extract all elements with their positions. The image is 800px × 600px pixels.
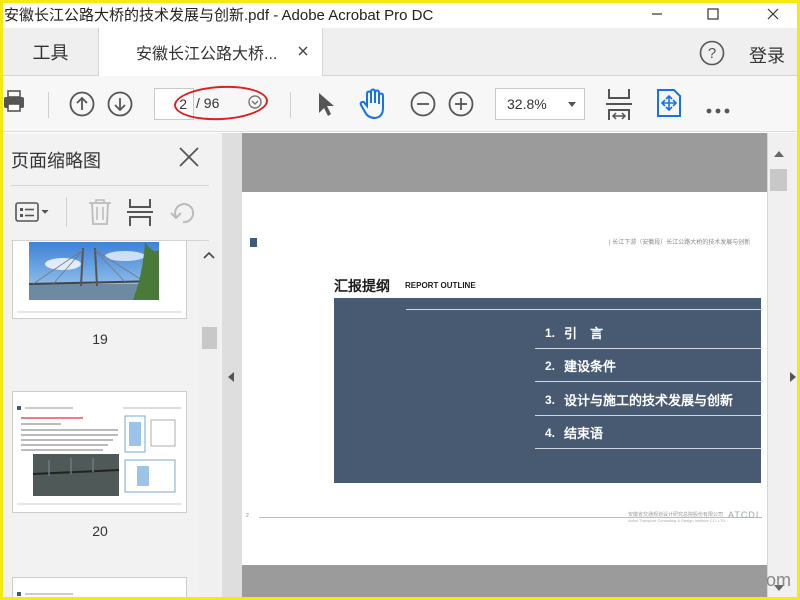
company-logo: ATCDI xyxy=(728,510,760,520)
thumbnail-page[interactable] xyxy=(12,577,187,597)
slide-page-number: 2 xyxy=(246,513,249,519)
close-window-button[interactable] xyxy=(750,0,796,28)
thumbnail-scrollbar[interactable] xyxy=(199,241,219,597)
more-tools-icon[interactable] xyxy=(706,101,730,119)
slide-subtitle: REPORT OUTLINE xyxy=(405,281,476,290)
outline-item-text: 建设条件 xyxy=(564,359,617,374)
title-bar: 安徽长江公路大桥的技术发展与创新.pdf - Adobe Acrobat Pro… xyxy=(0,0,800,28)
insert-page-icon[interactable] xyxy=(127,197,153,232)
outline-item-number: 4. xyxy=(544,425,555,440)
outline-item: 2. 建设条件 xyxy=(535,350,761,382)
page-down-icon[interactable] xyxy=(107,91,133,122)
minimize-button[interactable] xyxy=(634,0,680,28)
outline-item-number: 2. xyxy=(544,358,555,373)
thumbnail-page[interactable] xyxy=(12,241,187,319)
tab-document[interactable]: 安徽长江公路大桥... xyxy=(99,28,323,76)
scrollbar-thumb[interactable] xyxy=(770,169,787,191)
page-up-icon[interactable] xyxy=(69,91,95,122)
help-icon[interactable]: ? xyxy=(699,40,725,71)
slide-header-marker xyxy=(250,238,257,247)
zoom-in-icon[interactable] xyxy=(448,91,474,122)
close-panel-icon[interactable] xyxy=(179,147,199,172)
expand-right-panel-icon[interactable] xyxy=(790,372,796,382)
panel-divider xyxy=(11,185,209,186)
outline-item: 1. 引 言 xyxy=(535,317,761,349)
fit-page-icon[interactable] xyxy=(606,87,632,126)
hand-tool-icon[interactable] xyxy=(359,88,389,125)
thumbnail-label: 19 xyxy=(92,331,108,347)
thumbnail-page[interactable] xyxy=(12,391,187,513)
scroll-up-icon[interactable] xyxy=(774,151,784,157)
delete-page-icon[interactable] xyxy=(87,198,113,231)
slide-header-text: | 长江下游（安徽段）长江公路大桥的技术发展与创新 xyxy=(609,240,751,246)
document-scrollbar[interactable] xyxy=(767,133,797,597)
print-icon[interactable] xyxy=(4,90,26,119)
panel-splitter[interactable] xyxy=(222,133,242,597)
maximize-button[interactable] xyxy=(690,0,736,28)
collapse-left-panel-icon[interactable] xyxy=(228,372,234,382)
thumbnail-panel: 页面缩略图 19 20 xyxy=(3,133,222,597)
full-screen-icon[interactable] xyxy=(656,88,682,123)
outline-item-text: 结束语 xyxy=(564,426,604,441)
panel-toolbar-separator xyxy=(66,197,67,227)
outline-item-number: 3. xyxy=(544,392,555,407)
login-button[interactable]: 登录 xyxy=(749,42,785,68)
outline-item: 4. 结束语 xyxy=(535,417,761,449)
thumbnail-list: 19 20 xyxy=(3,241,199,597)
svg-text:?: ? xyxy=(708,45,716,62)
slide-footer-company: 安徽省交通规划设计研究总院股份有限公司 xyxy=(628,512,724,518)
toolbar-separator xyxy=(48,92,49,118)
thumbnail-label: 20 xyxy=(92,523,108,539)
scrollbar-thumb[interactable] xyxy=(202,327,217,349)
zoom-out-icon[interactable] xyxy=(410,91,436,122)
close-tab-icon[interactable] xyxy=(294,42,312,60)
next-page-edge xyxy=(242,565,767,597)
outline-item-text: 引 言 xyxy=(564,326,604,341)
outline-item-text: 设计与施工的技术发展与创新 xyxy=(564,393,734,408)
outline-item: 3. 设计与施工的技术发展与创新 xyxy=(535,384,761,416)
options-menu-icon[interactable] xyxy=(15,201,51,228)
slide-title: 汇报提纲 xyxy=(334,278,390,294)
watermark-text: om xyxy=(766,570,792,590)
rotate-page-icon[interactable] xyxy=(169,199,197,230)
previous-page-edge xyxy=(242,133,767,192)
panel-title: 页面缩略图 xyxy=(11,151,101,171)
tab-tools[interactable]: 工具 xyxy=(3,28,99,76)
outline-top-rule xyxy=(406,309,761,310)
chevron-down-icon[interactable] xyxy=(568,102,576,107)
toolbar-separator xyxy=(290,92,291,118)
outline-item-number: 1. xyxy=(544,325,555,340)
panel-toolbar xyxy=(11,193,211,233)
tab-document-label: 安徽长江公路大桥... xyxy=(136,46,278,63)
slide-footer-company-en: Anhui Transport Consulting & Design Inst… xyxy=(628,518,726,523)
select-cursor-icon[interactable] xyxy=(317,91,335,122)
window-title: 安徽长江公路大桥的技术发展与创新.pdf - Adobe Acrobat Pro… xyxy=(4,6,434,24)
tab-bar: 工具 安徽长江公路大桥... ? 登录 xyxy=(3,28,797,76)
